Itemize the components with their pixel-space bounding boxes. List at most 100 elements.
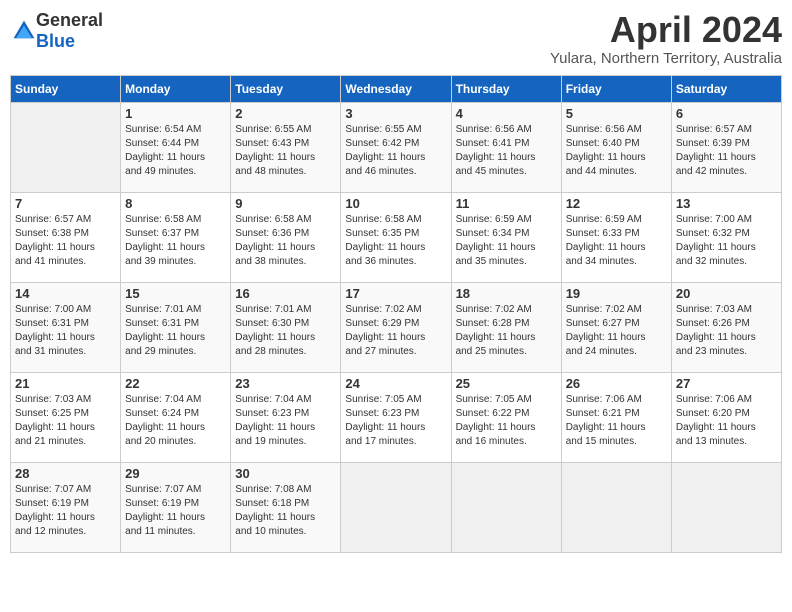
- month-title: April 2024: [550, 10, 782, 50]
- calendar-cell: 20 Sunrise: 7:03 AM Sunset: 6:26 PM Dayli…: [671, 282, 781, 372]
- day-number: 3: [345, 106, 446, 121]
- day-info: Sunrise: 6:58 AM Sunset: 6:37 PM Dayligh…: [125, 213, 226, 269]
- day-number: 10: [345, 196, 446, 211]
- day-info: Sunrise: 6:54 AM Sunset: 6:44 PM Dayligh…: [125, 123, 226, 179]
- day-number: 7: [15, 196, 116, 211]
- day-info: Sunrise: 7:02 AM Sunset: 6:28 PM Dayligh…: [456, 303, 557, 359]
- calendar-week-row: 1 Sunrise: 6:54 AM Sunset: 6:44 PM Daylig…: [11, 102, 782, 192]
- calendar-cell: 5Sunrise: 6:56 AM Sunset: 6:40 PM Daylig…: [561, 102, 671, 192]
- day-number: 23: [235, 376, 336, 391]
- location-title: Yulara, Northern Territory, Australia: [550, 50, 782, 67]
- calendar-cell: 26 Sunrise: 7:06 AM Sunset: 6:21 PM Dayli…: [561, 372, 671, 462]
- day-info: Sunrise: 7:06 AM Sunset: 6:21 PM Dayligh…: [566, 393, 667, 449]
- day-number: 21: [15, 376, 116, 391]
- day-number: 22: [125, 376, 226, 391]
- day-info: Sunrise: 7:03 AM Sunset: 6:26 PM Dayligh…: [676, 303, 777, 359]
- day-info: Sunrise: 7:08 AM Sunset: 6:18 PM Dayligh…: [235, 483, 336, 539]
- calendar-header-tuesday: Tuesday: [231, 75, 341, 102]
- calendar-cell: 18 Sunrise: 7:02 AM Sunset: 6:28 PM Dayli…: [451, 282, 561, 372]
- day-number: 14: [15, 286, 116, 301]
- day-number: 1: [125, 106, 226, 121]
- day-number: 19: [566, 286, 667, 301]
- calendar-cell: 9Sunrise: 6:58 AM Sunset: 6:36 PM Daylig…: [231, 192, 341, 282]
- calendar-cell: 25Sunrise: 7:05 AM Sunset: 6:22 PM Dayli…: [451, 372, 561, 462]
- day-info: Sunrise: 7:04 AM Sunset: 6:23 PM Dayligh…: [235, 393, 336, 449]
- day-number: 4: [456, 106, 557, 121]
- calendar-cell: 4 Sunrise: 6:56 AM Sunset: 6:41 PM Daylig…: [451, 102, 561, 192]
- calendar-cell: [451, 462, 561, 552]
- calendar-cell: 15 Sunrise: 7:01 AM Sunset: 6:31 PM Dayli…: [121, 282, 231, 372]
- calendar-cell: 30 Sunrise: 7:08 AM Sunset: 6:18 PM Dayli…: [231, 462, 341, 552]
- day-number: 26: [566, 376, 667, 391]
- page-header: General Blue April 2024 Yulara, Northern…: [10, 10, 782, 67]
- day-info: Sunrise: 6:57 AM Sunset: 6:38 PM Dayligh…: [15, 213, 116, 269]
- logo-general: General: [36, 10, 103, 30]
- calendar-header-wednesday: Wednesday: [341, 75, 451, 102]
- day-info: Sunrise: 6:58 AM Sunset: 6:35 PM Dayligh…: [345, 213, 446, 269]
- calendar-cell: 21 Sunrise: 7:03 AM Sunset: 6:25 PM Dayli…: [11, 372, 121, 462]
- day-info: Sunrise: 6:59 AM Sunset: 6:33 PM Dayligh…: [566, 213, 667, 269]
- day-info: Sunrise: 7:02 AM Sunset: 6:27 PM Dayligh…: [566, 303, 667, 359]
- day-info: Sunrise: 7:04 AM Sunset: 6:24 PM Dayligh…: [125, 393, 226, 449]
- day-number: 2: [235, 106, 336, 121]
- calendar-cell: 11Sunrise: 6:59 AM Sunset: 6:34 PM Dayli…: [451, 192, 561, 282]
- calendar-cell: 19 Sunrise: 7:02 AM Sunset: 6:27 PM Dayli…: [561, 282, 671, 372]
- day-number: 12: [566, 196, 667, 211]
- calendar-cell: 22 Sunrise: 7:04 AM Sunset: 6:24 PM Dayli…: [121, 372, 231, 462]
- calendar-cell: 12 Sunrise: 6:59 AM Sunset: 6:33 PM Dayli…: [561, 192, 671, 282]
- day-number: 27: [676, 376, 777, 391]
- title-area: April 2024 Yulara, Northern Territory, A…: [550, 10, 782, 67]
- calendar-cell: 1 Sunrise: 6:54 AM Sunset: 6:44 PM Daylig…: [121, 102, 231, 192]
- day-number: 16: [235, 286, 336, 301]
- calendar-week-row: 14 Sunrise: 7:00 AM Sunset: 6:31 PM Dayli…: [11, 282, 782, 372]
- calendar-cell: 8 Sunrise: 6:58 AM Sunset: 6:37 PM Daylig…: [121, 192, 231, 282]
- day-number: 20: [676, 286, 777, 301]
- calendar-header-saturday: Saturday: [671, 75, 781, 102]
- day-info: Sunrise: 7:05 AM Sunset: 6:22 PM Dayligh…: [456, 393, 557, 449]
- day-info: Sunrise: 6:57 AM Sunset: 6:39 PM Dayligh…: [676, 123, 777, 179]
- day-number: 18: [456, 286, 557, 301]
- day-number: 29: [125, 466, 226, 481]
- calendar-cell: 6 Sunrise: 6:57 AM Sunset: 6:39 PM Daylig…: [671, 102, 781, 192]
- day-info: Sunrise: 6:59 AM Sunset: 6:34 PM Dayligh…: [456, 213, 557, 269]
- calendar-header-row: SundayMondayTuesdayWednesdayThursdayFrid…: [11, 75, 782, 102]
- calendar-cell: 16Sunrise: 7:01 AM Sunset: 6:30 PM Dayli…: [231, 282, 341, 372]
- day-info: Sunrise: 7:03 AM Sunset: 6:25 PM Dayligh…: [15, 393, 116, 449]
- logo-blue: Blue: [36, 31, 75, 51]
- calendar-week-row: 21 Sunrise: 7:03 AM Sunset: 6:25 PM Dayli…: [11, 372, 782, 462]
- calendar-cell: 7 Sunrise: 6:57 AM Sunset: 6:38 PM Daylig…: [11, 192, 121, 282]
- day-info: Sunrise: 7:00 AM Sunset: 6:31 PM Dayligh…: [15, 303, 116, 359]
- day-number: 8: [125, 196, 226, 211]
- calendar-cell: [671, 462, 781, 552]
- day-number: 6: [676, 106, 777, 121]
- day-number: 17: [345, 286, 446, 301]
- day-number: 13: [676, 196, 777, 211]
- calendar-cell: 14 Sunrise: 7:00 AM Sunset: 6:31 PM Dayli…: [11, 282, 121, 372]
- day-info: Sunrise: 7:02 AM Sunset: 6:29 PM Dayligh…: [345, 303, 446, 359]
- day-info: Sunrise: 6:58 AM Sunset: 6:36 PM Dayligh…: [235, 213, 336, 269]
- calendar-header-thursday: Thursday: [451, 75, 561, 102]
- day-info: Sunrise: 7:05 AM Sunset: 6:23 PM Dayligh…: [345, 393, 446, 449]
- day-number: 5: [566, 106, 667, 121]
- calendar-week-row: 28 Sunrise: 7:07 AM Sunset: 6:19 PM Dayli…: [11, 462, 782, 552]
- calendar-cell: [11, 102, 121, 192]
- calendar-cell: 27Sunrise: 7:06 AM Sunset: 6:20 PM Dayli…: [671, 372, 781, 462]
- calendar-cell: [341, 462, 451, 552]
- day-info: Sunrise: 7:01 AM Sunset: 6:31 PM Dayligh…: [125, 303, 226, 359]
- calendar-cell: 28 Sunrise: 7:07 AM Sunset: 6:19 PM Dayli…: [11, 462, 121, 552]
- logo: General Blue: [10, 10, 103, 52]
- calendar-cell: 23 Sunrise: 7:04 AM Sunset: 6:23 PM Dayli…: [231, 372, 341, 462]
- day-number: 28: [15, 466, 116, 481]
- day-info: Sunrise: 6:55 AM Sunset: 6:43 PM Dayligh…: [235, 123, 336, 179]
- calendar-header-monday: Monday: [121, 75, 231, 102]
- day-info: Sunrise: 7:00 AM Sunset: 6:32 PM Dayligh…: [676, 213, 777, 269]
- calendar-table: SundayMondayTuesdayWednesdayThursdayFrid…: [10, 75, 782, 553]
- day-info: Sunrise: 7:07 AM Sunset: 6:19 PM Dayligh…: [125, 483, 226, 539]
- day-number: 30: [235, 466, 336, 481]
- day-number: 24: [345, 376, 446, 391]
- calendar-cell: 10 Sunrise: 6:58 AM Sunset: 6:35 PM Dayli…: [341, 192, 451, 282]
- day-number: 15: [125, 286, 226, 301]
- calendar-cell: 29 Sunrise: 7:07 AM Sunset: 6:19 PM Dayli…: [121, 462, 231, 552]
- day-info: Sunrise: 7:07 AM Sunset: 6:19 PM Dayligh…: [15, 483, 116, 539]
- day-info: Sunrise: 6:56 AM Sunset: 6:41 PM Dayligh…: [456, 123, 557, 179]
